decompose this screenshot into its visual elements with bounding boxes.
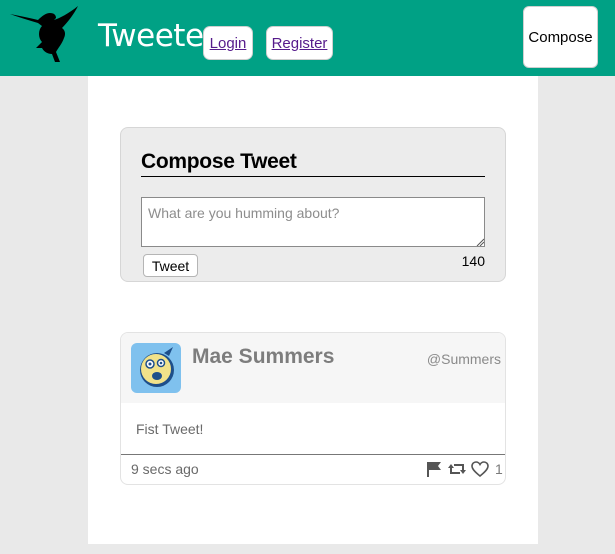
author-handle: @Summers xyxy=(426,351,501,367)
flag-icon[interactable] xyxy=(425,461,443,477)
tweet-header: Mae Summers @Summers xyxy=(121,333,505,403)
like-count: 1 xyxy=(495,461,503,477)
brand-title[interactable]: Tweeter xyxy=(98,18,216,54)
character-counter: 140 xyxy=(461,253,485,269)
compose-button[interactable]: Compose xyxy=(523,6,598,68)
tweet-card: Mae Summers @Summers Fist Tweet! 9 secs … xyxy=(120,332,506,485)
heart-icon[interactable] xyxy=(471,461,489,477)
author-name: Mae Summers xyxy=(192,345,335,368)
compose-title: Compose Tweet xyxy=(141,150,485,177)
compose-panel: Compose Tweet Tweet 140 xyxy=(120,127,506,282)
resize-grip-icon[interactable] xyxy=(476,238,484,246)
hummingbird-logo-icon[interactable] xyxy=(8,4,90,64)
navbar: Tweeter Login Register Compose xyxy=(0,0,615,76)
tweet-actions: 1 xyxy=(425,460,503,478)
retweet-icon[interactable] xyxy=(448,461,466,477)
avatar xyxy=(131,343,181,393)
tweet-input[interactable] xyxy=(141,197,485,247)
register-button[interactable]: Register xyxy=(266,26,333,60)
tweet-text: Fist Tweet! xyxy=(136,421,204,437)
tweet-button[interactable]: Tweet xyxy=(143,254,198,277)
login-button[interactable]: Login xyxy=(203,26,253,60)
divider xyxy=(121,454,505,455)
tweet-timestamp: 9 secs ago xyxy=(131,461,199,477)
